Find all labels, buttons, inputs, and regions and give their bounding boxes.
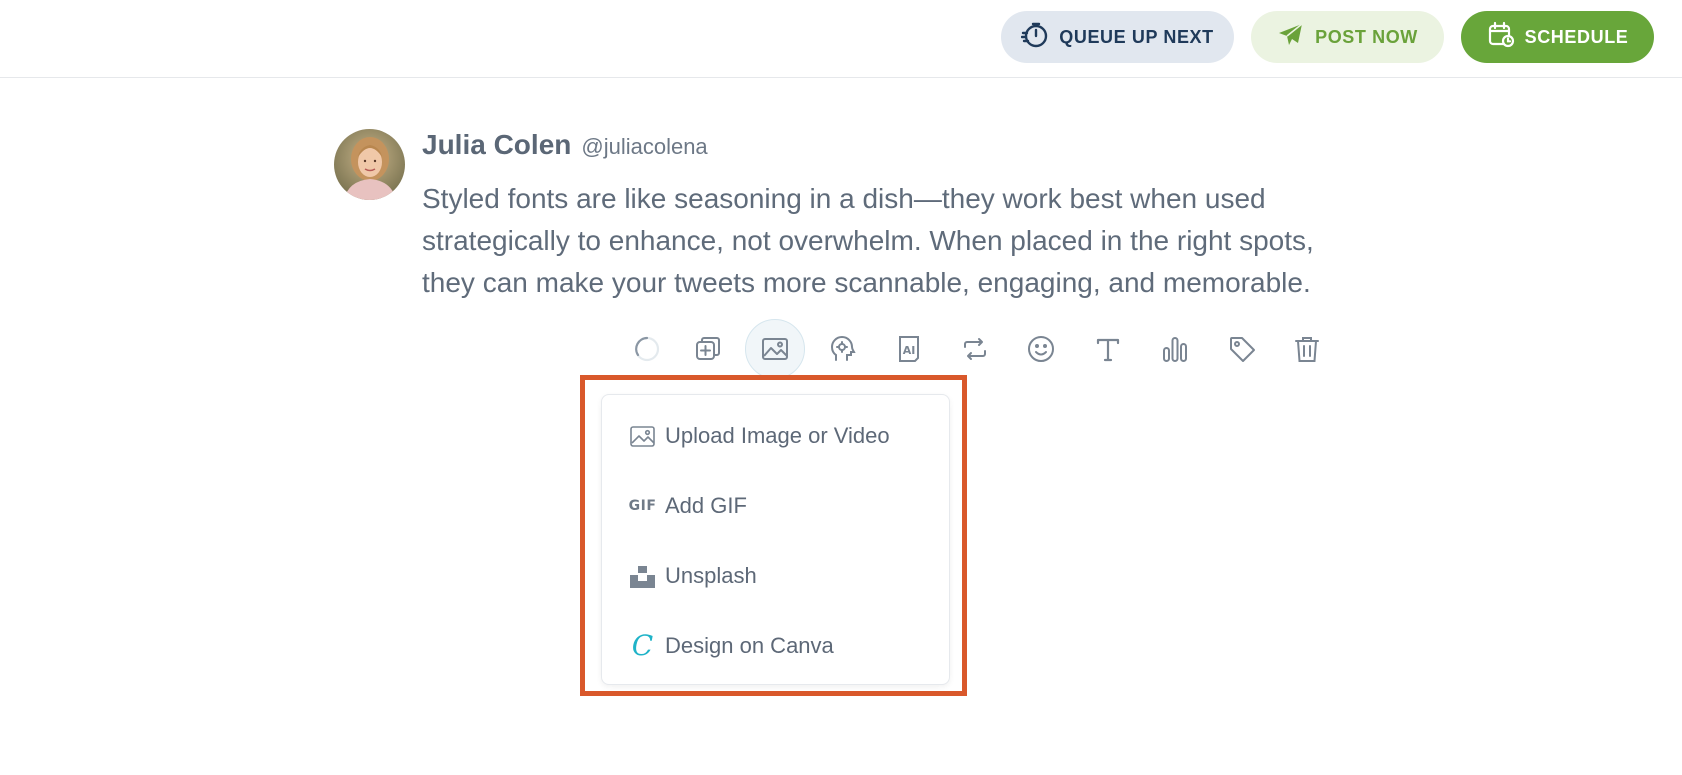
media-dropdown-menu: Upload Image or Video GIF Add GIF Unspla…	[601, 394, 950, 685]
delete-icon[interactable]	[1277, 319, 1337, 379]
tweet-text[interactable]: Styled fonts are like seasoning in a dis…	[422, 178, 1342, 304]
author-handle: @juliacolena	[581, 134, 708, 159]
post-now-label: POST NOW	[1315, 26, 1418, 47]
upload-image-or-video-item[interactable]: Upload Image or Video	[602, 411, 949, 461]
tweet-toolbar: AI	[0, 319, 1682, 379]
add-gif-item[interactable]: GIF Add GIF	[602, 481, 949, 531]
svg-text:AI: AI	[903, 344, 916, 357]
tag-icon[interactable]	[1212, 319, 1272, 379]
hook-generator-icon[interactable]	[813, 319, 873, 379]
top-bar: QUEUE UP NEXT POST NOW SCHEDULE	[0, 0, 1682, 78]
calendar-clock-icon	[1487, 21, 1515, 54]
author-line: Julia Colen @juliacolena	[422, 129, 708, 161]
loading-spinner-icon	[617, 319, 677, 379]
canva-icon: C	[629, 629, 656, 662]
image-icon	[629, 423, 656, 450]
design-on-canva-item[interactable]: C Design on Canva	[602, 621, 949, 671]
emoji-icon[interactable]	[1011, 319, 1071, 379]
upload-image-or-video-label: Upload Image or Video	[665, 423, 890, 448]
poll-icon[interactable]	[1145, 319, 1205, 379]
schedule-button[interactable]: SCHEDULE	[1461, 11, 1654, 63]
design-on-canva-label: Design on Canva	[665, 633, 834, 658]
unsplash-item[interactable]: Unsplash	[602, 551, 949, 601]
retweet-icon[interactable]	[945, 319, 1005, 379]
schedule-label: SCHEDULE	[1524, 26, 1629, 47]
gif-icon: GIF	[629, 493, 656, 520]
gif-icon-text: GIF	[628, 498, 657, 514]
ai-icon[interactable]: AI	[879, 319, 939, 379]
add-thread-icon[interactable]	[678, 319, 738, 379]
text-style-icon[interactable]	[1078, 319, 1138, 379]
canva-icon-letter: C	[631, 629, 654, 662]
unsplash-icon	[629, 563, 656, 590]
post-now-button[interactable]: POST NOW	[1251, 11, 1444, 63]
unsplash-label: Unsplash	[665, 563, 757, 588]
media-icon[interactable]	[745, 319, 805, 379]
stopwatch-icon	[1021, 21, 1049, 54]
avatar	[334, 129, 405, 200]
author-name: Julia Colen	[422, 129, 572, 160]
send-icon	[1277, 21, 1305, 54]
add-gif-label: Add GIF	[665, 493, 747, 518]
queue-up-next-button[interactable]: QUEUE UP NEXT	[1001, 11, 1234, 63]
queue-up-next-label: QUEUE UP NEXT	[1059, 26, 1214, 47]
